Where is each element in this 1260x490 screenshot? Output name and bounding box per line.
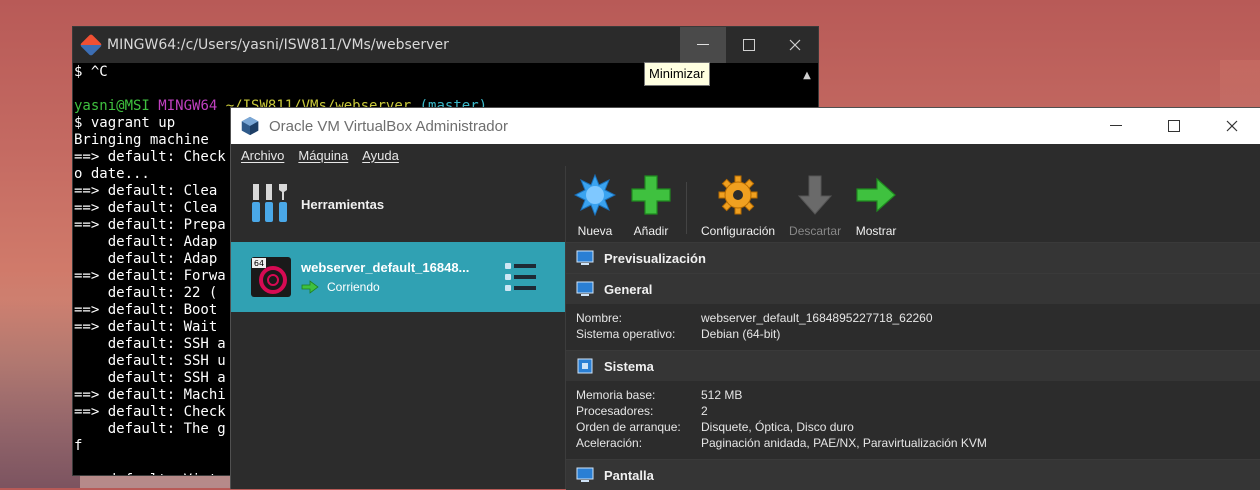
anadir-button[interactable]: Añadir [630,174,672,238]
details-pane: Nueva Añadir Configuración Descartar Mos… [566,166,1260,490]
sistema-row: Aceleración: Paginación anidada, PAE/NX,… [576,435,1260,451]
section-general[interactable]: General [566,273,1260,304]
sistema-key: Procesadores: [576,404,654,418]
vm-list-item[interactable]: 64 webserver_default_16848... Corriendo [231,242,565,312]
nueva-button[interactable]: Nueva [574,174,616,238]
sistema-value: 512 MB [701,388,743,402]
vbox-minimize-button[interactable] [1087,108,1145,144]
minimize-icon [697,44,709,45]
general-value: webserver_default_1684895227718_62260 [701,311,933,325]
show-arrow-icon [856,177,896,213]
descartar-button[interactable]: Descartar [789,174,841,238]
general-row: Nombre: webserver_default_1684895227718_… [576,310,1260,326]
vm-details-menu-icon[interactable] [505,262,539,292]
prompt-env: MINGW64 [158,98,218,114]
tools-label: Herramientas [301,196,385,212]
vm-name: webserver_default_16848... [301,260,470,275]
menu-ayuda[interactable]: Ayuda [362,148,399,163]
maximize-button[interactable] [726,27,772,63]
descartar-label: Descartar [789,224,842,238]
sistema-row: Procesadores: 2 [576,403,1260,419]
discard-arrow-icon [797,175,833,215]
maximize-icon [1168,120,1180,132]
scroll-up-icon[interactable]: ▲ [796,70,818,81]
virtualbox-logo-icon [241,116,259,136]
sistema-value: 2 [701,404,708,418]
menubar: Archivo Máquina Ayuda [231,144,1260,166]
vbox-maximize-button[interactable] [1145,108,1203,144]
general-key: Nombre: [576,311,623,325]
sistema-value: Disquete, Óptica, Disco duro [701,420,854,434]
tools-icon [252,184,287,222]
general-value: Debian (64-bit) [701,327,781,341]
tools-item[interactable]: Herramientas [231,166,565,242]
mostrar-button[interactable]: Mostrar [855,174,897,238]
sistema-row: Memoria base: 512 MB [576,387,1260,403]
sistema-row: Orden de arranque: Disquete, Óptica, Dis… [576,419,1260,435]
vbox-titlebar: Oracle VM VirtualBox Administrador [231,108,1260,144]
sistema-key: Aceleración: [576,436,643,450]
details-sections: Previsualización General Nombre: webserv… [566,242,1260,490]
menu-maquina[interactable]: Máquina [298,148,348,163]
vm-state: Corriendo [301,280,505,294]
chip-icon [577,358,593,374]
settings-gear-icon [718,175,758,215]
general-monitor-icon [576,281,594,296]
configuracion-label: Configuración [701,224,776,238]
svg-text:64: 64 [254,259,264,268]
monitor-icon [576,250,594,265]
display-monitor-icon [576,467,594,482]
menu-archivo[interactable]: Archivo [241,148,284,163]
sistema-key: Orden de arranque: [576,420,681,434]
prompt-user: yasni@MSI [74,98,150,114]
section-general-title: General [604,281,653,297]
vbox-title: Oracle VM VirtualBox Administrador [269,117,508,135]
vm-state-label: Corriendo [327,280,380,294]
configuracion-button[interactable]: Configuración [701,174,775,238]
section-preview-title: Previsualización [604,250,706,266]
mostrar-label: Mostrar [855,224,897,238]
minimize-tooltip: Minimizar [644,62,710,86]
git-icon [79,33,103,57]
section-preview[interactable]: Previsualización [566,242,1260,273]
close-icon [789,39,801,51]
terminal-title: MINGW64:/c/Users/yasni/ISW811/VMs/webser… [107,37,449,53]
section-sistema-title: Sistema [604,358,654,374]
new-star-icon [574,174,616,216]
add-plus-icon [631,175,671,215]
running-arrow-icon [301,280,319,294]
section-pantalla-title: Pantalla [604,467,654,483]
minimize-button[interactable] [680,27,726,63]
debian-icon: 64 [251,257,291,297]
close-icon [1226,120,1238,132]
maximize-icon [743,39,755,51]
general-body: Nombre: webserver_default_1684895227718_… [566,304,1260,346]
vbox-close-button[interactable] [1203,108,1260,144]
virtualbox-window: Oracle VM VirtualBox Administrador Archi… [230,107,1260,490]
sistema-value: Paginación anidada, PAE/NX, Paravirtuali… [701,436,987,450]
general-key: Sistema operativo: [576,327,676,341]
minimize-icon [1110,125,1122,126]
sistema-key: Memoria base: [576,388,656,402]
section-pantalla[interactable]: Pantalla [566,459,1260,490]
general-row: Sistema operativo: Debian (64-bit) [576,326,1260,342]
anadir-label: Añadir [633,224,669,238]
section-sistema[interactable]: Sistema [566,350,1260,381]
vbox-main: Herramientas 64 webserver_default_16848.… [231,166,1260,490]
terminal-titlebar: MINGW64:/c/Users/yasni/ISW811/VMs/webser… [73,27,818,63]
sistema-body: Memoria base: 512 MB Procesadores: 2 Ord… [566,381,1260,455]
machine-list-pane: Herramientas 64 webserver_default_16848.… [231,166,566,489]
background-wall [0,300,80,488]
close-button[interactable] [772,27,818,63]
toolbar-separator [686,182,687,234]
toolbar: Nueva Añadir Configuración Descartar Mos… [566,166,1260,250]
nueva-label: Nueva [577,224,613,238]
